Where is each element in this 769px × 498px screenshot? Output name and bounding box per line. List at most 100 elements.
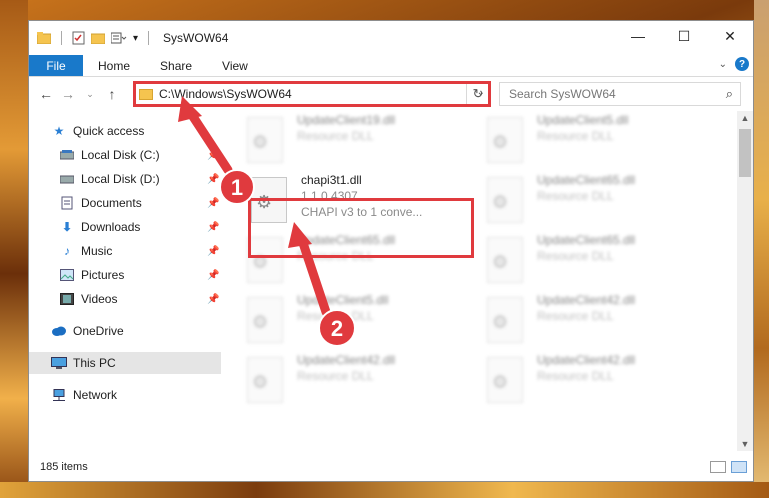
file-name: UpdateClient19.dll xyxy=(297,113,396,127)
file-name: UpdateClient5.dll xyxy=(297,293,389,307)
sidebar-item-downloads[interactable]: ⬇ Downloads 📌 xyxy=(29,216,221,238)
pin-icon[interactable]: 📌 xyxy=(207,294,219,305)
sidebar-item-quick-access[interactable]: ★ Quick access xyxy=(29,120,221,142)
dll-file-icon: ⚙ xyxy=(487,357,523,403)
dropdown-arrow-icon[interactable]: ▾ xyxy=(133,33,138,44)
tab-home[interactable]: Home xyxy=(83,55,145,76)
dll-file-icon: ⚙ xyxy=(247,297,283,343)
new-folder-icon[interactable] xyxy=(91,32,105,44)
back-arrow-icon[interactable]: ← xyxy=(35,86,57,102)
file-item[interactable]: ⚙ UpdateClient42.dll Resource DLL xyxy=(487,353,713,407)
search-input[interactable]: Search SysWOW64 ⌕ xyxy=(499,82,741,106)
dll-file-icon: ⚙ xyxy=(251,177,287,223)
sidebar-item-videos[interactable]: Videos 📌 xyxy=(29,288,221,310)
file-item[interactable]: ⚙ UpdateClient5.dll Resource DLL xyxy=(247,293,473,347)
file-item[interactable]: ⚙ UpdateClient19.dll Resource DLL xyxy=(247,113,473,167)
dll-file-icon: ⚙ xyxy=(487,297,523,343)
sidebar-item-music[interactable]: ♪ Music 📌 xyxy=(29,240,221,262)
gear-icon: ⚙ xyxy=(492,192,509,212)
file-item[interactable]: ⚙ UpdateClient5.dll Resource DLL xyxy=(487,113,713,167)
videos-icon xyxy=(59,292,75,306)
scroll-thumb[interactable] xyxy=(739,129,751,177)
customize-toolbar-icon[interactable] xyxy=(111,32,127,44)
pin-icon[interactable]: 📌 xyxy=(207,198,219,209)
search-icon[interactable]: ⌕ xyxy=(726,86,733,102)
file-name: UpdateClient42.dll xyxy=(537,353,636,367)
pin-icon[interactable]: 📌 xyxy=(207,174,219,185)
sidebar-item-pictures[interactable]: Pictures 📌 xyxy=(29,264,221,286)
sidebar-item-local-disk-d[interactable]: Local Disk (D:) 📌 xyxy=(29,168,221,190)
pictures-icon xyxy=(59,268,75,282)
folder-icon[interactable] xyxy=(37,32,51,44)
file-item[interactable]: ⚙ UpdateClient42.dll Resource DLL xyxy=(487,293,713,347)
maximize-button[interactable]: ☐ xyxy=(661,21,707,51)
tab-share[interactable]: Share xyxy=(145,55,207,76)
pin-icon[interactable]: 📌 xyxy=(207,222,219,233)
pin-icon[interactable]: 📌 xyxy=(207,150,219,161)
file-name: UpdateClient65.dll xyxy=(537,173,636,187)
expand-ribbon-icon[interactable]: ⌄ xyxy=(719,59,727,70)
file-name: UpdateClient65.dll xyxy=(537,233,636,247)
sidebar-item-label: Pictures xyxy=(81,268,125,282)
file-name: UpdateClient42.dll xyxy=(537,293,636,307)
sidebar-item-network[interactable]: Network xyxy=(29,384,221,406)
file-item[interactable]: ⚙ UpdateClient65.dll Resource DLL xyxy=(487,173,713,227)
title-bar: ▾ SysWOW64 — ☐ ✕ xyxy=(29,21,753,55)
help-icon[interactable]: ? xyxy=(735,57,749,71)
sidebar-item-local-disk-c[interactable]: Local Disk (C:) 📌 xyxy=(29,144,221,166)
file-item-chapi3t1[interactable]: ⚙ chapi3t1.dll 1.1.0.4307 CHAPI v3 to 1 … xyxy=(251,173,477,227)
tab-view[interactable]: View xyxy=(207,55,263,76)
window-title: SysWOW64 xyxy=(163,31,229,45)
refresh-button[interactable]: ↻ xyxy=(466,82,490,106)
tiles-view-icon[interactable] xyxy=(731,461,747,473)
sidebar-item-documents[interactable]: Documents 📌 xyxy=(29,192,221,214)
file-details: UpdateClient19.dll Resource DLL xyxy=(297,113,395,167)
properties-icon[interactable] xyxy=(72,31,85,45)
vertical-scrollbar[interactable]: ▲ ▼ xyxy=(737,111,753,451)
file-list: ⚙ UpdateClient19.dll Resource DLL ⚙ chap… xyxy=(247,111,737,451)
navigation-bar: ← → ⌄ ↑ C:\Windows\SysWOW64 ⌄ ↻ Search S… xyxy=(29,77,753,111)
drive-icon xyxy=(59,148,75,162)
scroll-down-icon[interactable]: ▼ xyxy=(737,437,753,451)
star-icon: ★ xyxy=(53,124,65,138)
dll-file-icon: ⚙ xyxy=(487,177,523,223)
gear-icon: ⚙ xyxy=(252,312,269,332)
scroll-up-icon[interactable]: ▲ xyxy=(737,111,753,125)
address-path: C:\Windows\SysWOW64 xyxy=(159,87,292,101)
status-bar: 185 items xyxy=(29,453,753,481)
file-description: Resource DLL xyxy=(297,309,374,323)
item-count: 185 items xyxy=(40,461,88,473)
file-version: 1.1.0.4307 xyxy=(301,189,358,203)
up-arrow-icon[interactable]: ↑ xyxy=(101,86,123,102)
file-item[interactable]: ⚙ UpdateClient42.dll Resource DLL xyxy=(247,353,473,407)
network-icon xyxy=(51,388,67,402)
tab-file[interactable]: File xyxy=(29,55,83,76)
forward-arrow-icon[interactable]: → xyxy=(57,86,79,102)
sidebar-item-label: Downloads xyxy=(81,220,141,234)
close-button[interactable]: ✕ xyxy=(707,21,753,51)
content-area: ★ Quick access Local Disk (C:) 📌 Local D… xyxy=(29,111,753,451)
file-details: UpdateClient65.dll Resource DLL xyxy=(537,233,635,287)
dll-file-icon: ⚙ xyxy=(487,237,523,283)
dll-file-icon: ⚙ xyxy=(247,357,283,403)
file-item[interactable]: ⚙ UpdateClient65.dll Resource DLL xyxy=(247,233,473,287)
file-description: Resource DLL xyxy=(537,129,614,143)
recent-locations-icon[interactable]: ⌄ xyxy=(79,89,101,100)
pin-icon[interactable]: 📌 xyxy=(207,270,219,281)
address-bar[interactable]: C:\Windows\SysWOW64 ⌄ xyxy=(134,82,490,106)
quick-access-toolbar: ▾ SysWOW64 xyxy=(29,31,228,45)
details-view-icon[interactable] xyxy=(710,461,726,473)
sidebar-item-onedrive[interactable]: OneDrive xyxy=(29,320,221,342)
pin-icon[interactable]: 📌 xyxy=(207,246,219,257)
gear-icon: ⚙ xyxy=(256,192,273,212)
sidebar-item-label: Local Disk (D:) xyxy=(81,172,160,186)
file-details: UpdateClient5.dll Resource DLL xyxy=(537,113,628,167)
file-description: Resource DLL xyxy=(297,249,374,263)
file-description: Resource DLL xyxy=(537,189,614,203)
sidebar-item-label: Videos xyxy=(81,292,118,306)
cloud-icon xyxy=(51,324,67,338)
sidebar-item-label: Quick access xyxy=(73,124,145,138)
minimize-button[interactable]: — xyxy=(615,21,661,51)
file-item[interactable]: ⚙ UpdateClient65.dll Resource DLL xyxy=(487,233,713,287)
sidebar-item-this-pc[interactable]: This PC xyxy=(29,352,221,374)
